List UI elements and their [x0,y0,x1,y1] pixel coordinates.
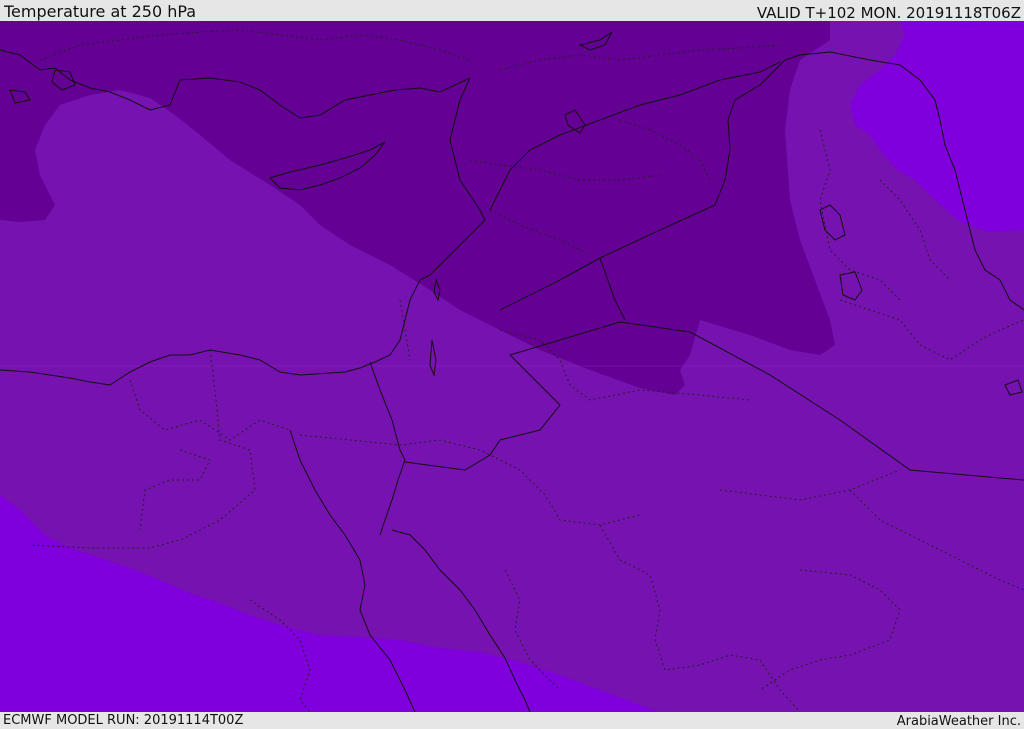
model-run-label: ECMWF MODEL RUN: 20191114T00Z [3,713,244,728]
weather-map-page: Temperature at 250 hPa VALID T+102 MON. … [0,0,1024,729]
map-title: Temperature at 250 hPa [4,2,197,21]
valid-time-label: VALID T+102 MON. 20191118T06Z [756,4,1021,22]
header-bar: Temperature at 250 hPa VALID T+102 MON. … [0,0,1024,21]
credit-label: ArabiaWeather Inc. [896,714,1021,729]
footer-bar: ECMWF MODEL RUN: 20191114T00Z ArabiaWeat… [0,712,1024,729]
temperature-map [0,21,1024,712]
